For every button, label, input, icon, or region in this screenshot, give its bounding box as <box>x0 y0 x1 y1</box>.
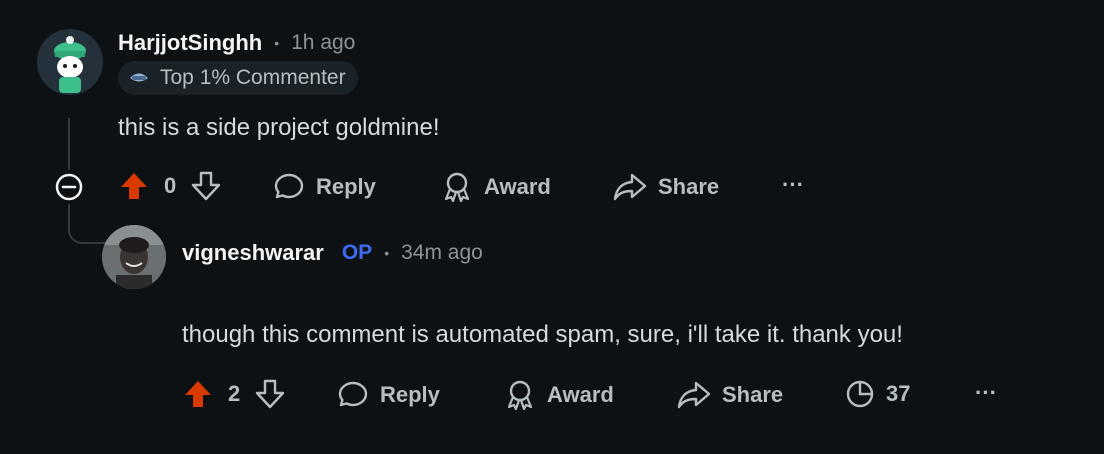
thread-line-vertical <box>68 118 70 170</box>
username[interactable]: vigneshwarar <box>182 240 324 266</box>
share-button[interactable]: Share <box>676 378 783 412</box>
comment-body: this is a side project goldmine! <box>118 114 440 141</box>
reply-label: Reply <box>316 174 376 199</box>
collapse-icon <box>55 173 83 201</box>
timestamp[interactable]: 1h ago <box>291 31 355 55</box>
badge-icon <box>128 69 150 87</box>
more-options-icon: ··· <box>782 172 804 197</box>
share-icon <box>613 173 647 201</box>
commenter-badge[interactable]: Top 1% Commenter <box>118 61 358 95</box>
reply-icon <box>338 381 368 407</box>
vote-count: 2 <box>228 381 241 406</box>
downvote-button[interactable] <box>190 170 222 202</box>
award-icon <box>507 380 533 411</box>
separator-dot: • <box>274 35 280 51</box>
reply-button[interactable]: Reply <box>336 378 440 412</box>
upvote-icon <box>185 381 211 407</box>
thread-line-curve <box>68 222 108 244</box>
award-icon <box>444 172 470 203</box>
vote-group: 0 <box>118 170 222 202</box>
upvote-button[interactable] <box>182 378 214 410</box>
collapse-button[interactable] <box>54 172 84 202</box>
insights-button[interactable]: 37 <box>844 378 910 410</box>
insights-count: 37 <box>886 381 911 406</box>
share-icon <box>677 381 711 409</box>
op-badge: OP <box>341 241 373 264</box>
comment-header: vigneshwarar OP • 34m ago <box>182 240 483 266</box>
username[interactable]: HarjjotSinghh <box>118 30 262 56</box>
award-button[interactable]: Award <box>440 170 551 204</box>
avatar[interactable] <box>102 225 166 289</box>
upvote-icon <box>121 173 147 199</box>
downvote-icon <box>256 379 285 409</box>
award-label: Award <box>484 174 551 199</box>
upvote-button[interactable] <box>118 170 150 202</box>
avatar[interactable] <box>37 29 103 95</box>
separator-dot: • <box>384 245 390 261</box>
share-label: Share <box>658 174 720 199</box>
downvote-button[interactable] <box>254 378 286 410</box>
reply-label: Reply <box>380 382 440 407</box>
share-label: Share <box>722 382 784 407</box>
badge-label: Top 1% Commenter <box>160 66 346 89</box>
timestamp[interactable]: 34m ago <box>401 241 483 265</box>
more-options-button[interactable]: ··· <box>975 380 997 406</box>
reply-button[interactable]: Reply <box>272 170 376 204</box>
vote-group: 2 <box>182 378 286 410</box>
comment-body: though this comment is automated spam, s… <box>182 321 903 348</box>
more-options-button[interactable]: ··· <box>782 172 804 198</box>
insights-icon <box>846 380 874 408</box>
award-label: Award <box>547 382 614 407</box>
comment-header: HarjjotSinghh • 1h ago <box>118 30 355 56</box>
vote-count: 0 <box>164 173 177 198</box>
more-options-icon: ··· <box>975 380 997 405</box>
share-button[interactable]: Share <box>612 170 719 204</box>
reply-icon <box>274 173 304 199</box>
award-button[interactable]: Award <box>503 378 614 412</box>
downvote-icon <box>192 171 221 201</box>
